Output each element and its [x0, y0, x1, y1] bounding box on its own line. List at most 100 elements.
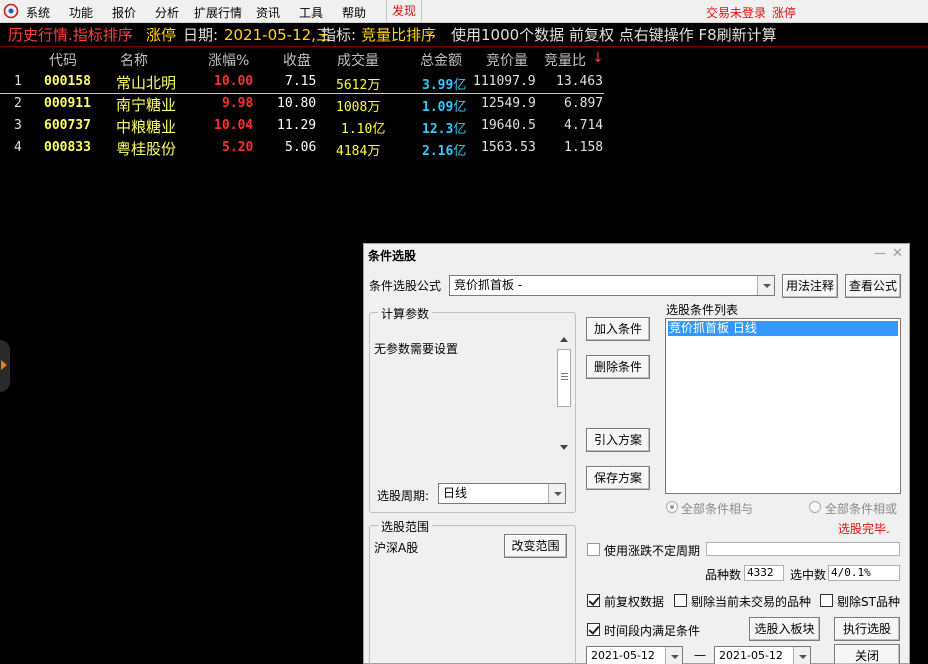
period-checkbox[interactable]	[587, 623, 600, 636]
calendar-dropdown-icon[interactable]	[793, 647, 810, 664]
indicator-label: 指标:	[321, 26, 357, 44]
params-scrollbar[interactable]	[557, 335, 571, 453]
calendar-dropdown-icon[interactable]	[665, 647, 682, 664]
header-volume[interactable]: 成交量	[337, 50, 379, 70]
change-pct: 10.04	[214, 118, 254, 133]
login-status[interactable]: 交易未登录	[706, 4, 766, 21]
execute-button[interactable]: 执行选股	[834, 617, 900, 641]
grip-icon	[561, 373, 568, 380]
bid-ratio: 6.897	[564, 96, 604, 111]
menu-news[interactable]: 资讯	[256, 4, 280, 21]
stock-code: 000833	[44, 140, 91, 155]
header-code[interactable]: 代码	[49, 50, 77, 70]
formula-label: 条件选股公式	[369, 279, 442, 293]
bid-volume: 12549.9	[481, 96, 536, 111]
minimize-icon[interactable]: —	[874, 246, 886, 260]
usage-notes-button[interactable]: 用法注释	[782, 274, 838, 298]
change-pct: 10.00	[214, 74, 254, 89]
table-row[interactable]: 1 000158 常山北明 10.00 7.15 5612万 3.99亿 111…	[0, 72, 604, 94]
table-row[interactable]: 4 000833 粤桂股份 5.20 5.06 4184万 2.16亿 1563…	[0, 138, 604, 160]
radio-or[interactable]	[809, 501, 821, 513]
radio-and-label[interactable]: 全部条件相与	[681, 500, 753, 517]
header-amount[interactable]: 总金额	[420, 50, 462, 70]
range-value: 沪深A股	[374, 541, 419, 555]
filter-label: 涨停	[146, 26, 177, 44]
section-title: 历史行情.指标排序	[8, 26, 133, 44]
add-to-block-button[interactable]: 选股入板块	[749, 617, 820, 641]
menu-quotes[interactable]: 报价	[112, 4, 136, 21]
bid-ratio: 13.463	[556, 74, 603, 89]
close-price: 11.29	[277, 118, 317, 133]
sort-desc-icon: ↓	[592, 50, 604, 66]
date-value: 2021-05-12,三	[224, 26, 331, 44]
condition-screen-dialog: 条件选股 — ✕ 条件选股公式 竞价抓首板 - 用法注释 查看公式 计算参数 无…	[363, 243, 910, 664]
side-panel-toggle[interactable]	[0, 340, 10, 392]
amount: 3.99亿	[422, 78, 467, 93]
adjust-label[interactable]: 前复权数据	[604, 593, 664, 610]
conditions-label: 选股条件列表	[666, 303, 739, 317]
menu-extended[interactable]: 扩展行情	[194, 4, 242, 21]
menu-analysis[interactable]: 分析	[155, 4, 179, 21]
import-scheme-button[interactable]: 引入方案	[586, 428, 650, 452]
list-item[interactable]: 竞价抓首板 日线	[668, 321, 898, 336]
date-to-picker[interactable]: 2021-05-12	[714, 646, 811, 664]
formula-select[interactable]: 竞价抓首板 -	[449, 275, 775, 296]
close-price: 10.80	[277, 96, 317, 111]
delete-condition-button[interactable]: 删除条件	[586, 355, 650, 379]
radio-or-label[interactable]: 全部条件相或	[825, 500, 897, 517]
period-select[interactable]: 日线	[438, 483, 566, 504]
header-bid[interactable]: 竞价量	[486, 50, 528, 70]
dialog-titlebar[interactable]: 条件选股 — ✕	[364, 244, 909, 266]
params-group: 计算参数 无参数需要设置 选股周期: 日线	[369, 305, 576, 513]
menu-discover[interactable]: 发现	[386, 0, 422, 23]
exclude-untraded-label[interactable]: 剔除当前未交易的品种	[691, 593, 811, 610]
close-price: 5.06	[285, 140, 317, 155]
chevron-down-icon[interactable]	[548, 484, 565, 503]
radio-and[interactable]	[666, 501, 678, 513]
exclude-st-checkbox[interactable]	[820, 594, 833, 607]
scroll-thumb[interactable]	[557, 349, 571, 407]
chevron-down-icon[interactable]	[757, 276, 774, 295]
conditions-list[interactable]: 竞价抓首板 日线	[665, 318, 901, 494]
scroll-down-icon[interactable]	[560, 445, 568, 451]
limit-up-tag[interactable]: 涨停	[772, 4, 796, 21]
uncertain-period-label[interactable]: 使用涨跌不定周期	[604, 542, 700, 559]
close-button[interactable]: 关闭	[834, 644, 900, 664]
header-ratio[interactable]: 竞量比	[544, 50, 586, 70]
stock-code: 600737	[44, 118, 91, 133]
row-index: 2	[14, 96, 22, 111]
date-from-picker[interactable]: 2021-05-12	[586, 646, 683, 664]
adjust-checkbox[interactable]	[587, 594, 600, 607]
volume: 1008万	[336, 100, 381, 115]
menu-system[interactable]: 系统	[26, 4, 50, 21]
date-to-value: 2021-05-12	[719, 649, 783, 662]
change-range-button[interactable]: 改变范围	[504, 534, 567, 558]
stock-name: 南宁糖业	[116, 96, 177, 114]
header-pct[interactable]: 涨幅%	[208, 50, 249, 70]
bid-volume: 19640.5	[481, 118, 536, 133]
close-icon[interactable]: ✕	[892, 246, 903, 261]
header-name[interactable]: 名称	[120, 50, 148, 70]
header-close[interactable]: 收盘	[283, 50, 311, 70]
add-condition-button[interactable]: 加入条件	[586, 317, 650, 341]
change-pct: 9.98	[222, 96, 254, 111]
uncertain-period-checkbox[interactable]	[587, 543, 600, 556]
amount: 1.09亿	[422, 100, 467, 115]
exclude-untraded-checkbox[interactable]	[674, 594, 687, 607]
row-index: 4	[14, 140, 22, 155]
exclude-st-label[interactable]: 剔除ST品种	[837, 593, 900, 610]
table-row[interactable]: 2 000911 南宁糖业 9.98 10.80 1008万 1.09亿 125…	[0, 94, 604, 116]
stock-name: 中粮糖业	[116, 118, 177, 136]
scroll-up-icon[interactable]	[560, 337, 568, 343]
menu-function[interactable]: 功能	[69, 4, 93, 21]
view-formula-button[interactable]: 查看公式	[845, 274, 901, 298]
volume: 5612万	[336, 78, 381, 93]
params-group-label: 计算参数	[378, 305, 433, 322]
info-text: 使用1000个数据 前复权 点右键操作 F8刷新计算	[451, 26, 777, 44]
app-logo-icon[interactable]	[3, 3, 19, 19]
menu-tools[interactable]: 工具	[299, 4, 323, 21]
menu-help[interactable]: 帮助	[342, 4, 366, 21]
period-condition-label[interactable]: 时间段内满足条件	[604, 622, 700, 639]
table-row[interactable]: 3 600737 中粮糖业 10.04 11.29 1.10亿 12.3亿 19…	[0, 116, 604, 138]
save-scheme-button[interactable]: 保存方案	[586, 466, 650, 490]
